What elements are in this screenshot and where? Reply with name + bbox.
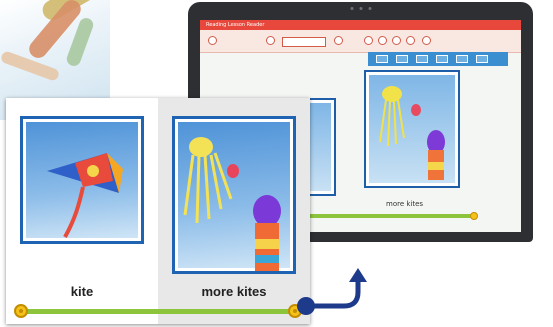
book-progress-start-knob[interactable] [14, 304, 28, 318]
laptop-camera [350, 7, 371, 10]
book-spread: kite more kites [6, 98, 310, 324]
tool-icon[interactable] [416, 55, 428, 63]
app-titlebar: Reading Lesson Reader [200, 20, 521, 30]
tool-icon[interactable] [436, 55, 448, 63]
kite-photo [20, 116, 144, 244]
app-title: Reading Lesson Reader [206, 22, 265, 28]
octopus-kite-photo [172, 116, 296, 274]
screen-caption: more kites [386, 200, 424, 208]
zoom-out-button[interactable] [378, 36, 387, 45]
tool-icon[interactable] [456, 55, 468, 63]
octopus-kite-photo-icon [183, 137, 281, 271]
home-button[interactable] [208, 36, 217, 45]
previous-button[interactable] [334, 36, 343, 45]
tool-icon[interactable] [376, 55, 388, 63]
back-button[interactable] [266, 36, 275, 45]
kite-photo-icon [47, 153, 123, 238]
page-selector[interactable] [282, 37, 326, 47]
play-button[interactable] [406, 36, 415, 45]
left-page-label: kite [70, 284, 94, 299]
tools-bar [368, 52, 508, 66]
book-progress-track [18, 309, 294, 314]
octopus-kite-photo-icon [379, 86, 445, 180]
arrow-icon [297, 268, 367, 315]
screen-progress-knob[interactable] [470, 212, 478, 220]
right-page-label: more kites [201, 284, 267, 299]
app-toolbar [200, 30, 521, 53]
screen-octopus-kite-photo [364, 70, 460, 188]
tool-icon[interactable] [396, 55, 408, 63]
zoom-in-button[interactable] [392, 36, 401, 45]
tool-icon[interactable] [476, 55, 488, 63]
menu-button[interactable] [422, 36, 431, 45]
next-button[interactable] [364, 36, 373, 45]
background-kite-streamer [0, 50, 61, 82]
